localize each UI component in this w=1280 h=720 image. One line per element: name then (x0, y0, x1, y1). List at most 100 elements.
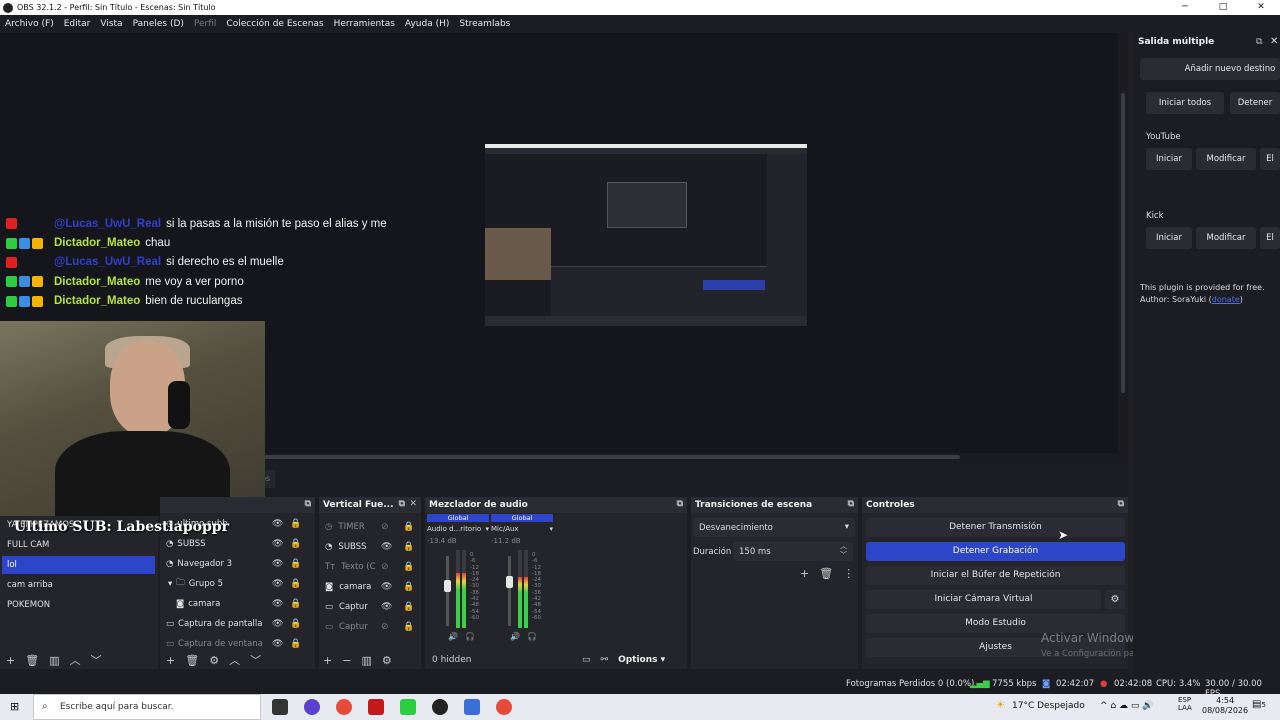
menu-herramientas[interactable]: Herramientas (329, 19, 400, 29)
scene-item-selected[interactable]: lol (2, 556, 155, 574)
eye-icon[interactable]: 👁 (272, 619, 283, 629)
chrome-icon[interactable] (496, 699, 512, 715)
eye-off-icon[interactable]: ⊘ (381, 622, 389, 632)
add-source-icon[interactable]: + (166, 654, 175, 667)
group-item[interactable]: ▾ 🗀 Grupo 5 (168, 575, 223, 593)
tray-icons[interactable]: ^ ⌂ ☁ ▭ 🔊 (1100, 701, 1153, 711)
move-up-icon[interactable]: ︿ (229, 652, 240, 668)
gear-icon[interactable]: ⚙ (382, 654, 392, 667)
undock-icon[interactable]: ⧉ (848, 499, 854, 509)
chevron-down-icon[interactable]: ▾ (485, 525, 489, 533)
undock-icon[interactable]: ⧉ (399, 499, 405, 509)
scene-item[interactable]: cam arriba (2, 576, 155, 594)
scene-item[interactable]: FULL CAM (2, 536, 155, 554)
lock-icon[interactable]: 🔒 (290, 519, 301, 529)
menu-vista[interactable]: Vista (95, 19, 127, 29)
duration-input[interactable]: 150 ms ︿ ﹀ (733, 542, 853, 561)
stop-all-button[interactable]: Detener (1230, 92, 1280, 114)
source-item[interactable]: ◙ camara (325, 578, 371, 596)
donate-link[interactable]: donate (1212, 295, 1240, 304)
source-item[interactable]: ◔ SUBSS (325, 538, 367, 556)
lock-icon[interactable]: 🔒 (290, 619, 301, 629)
language-indicator[interactable]: ESP LAA (1178, 696, 1192, 712)
target-start-button[interactable]: Iniciar (1146, 227, 1192, 249)
eye-icon[interactable]: 👁 (272, 599, 283, 609)
lock-icon[interactable]: 🔒 (290, 539, 301, 549)
undock-icon[interactable]: ⧉ (677, 499, 683, 509)
layout-icon[interactable]: ▭ (582, 655, 591, 665)
close-icon[interactable]: ✕ (1242, 0, 1280, 15)
virtual-camera-button[interactable]: Iniciar Cámara Virtual (866, 590, 1101, 609)
target-delete-button[interactable]: El (1260, 227, 1280, 249)
delete-transition-icon[interactable]: 🗑 (819, 567, 833, 580)
eye-off-icon[interactable]: ⊘ (381, 562, 389, 572)
gear-icon[interactable]: ⚙ (1105, 590, 1125, 609)
target-modify-button[interactable]: Modificar (1196, 148, 1256, 170)
headphones-icon[interactable]: 🎧 (465, 632, 475, 641)
close-icon[interactable]: ✕ (1270, 36, 1278, 47)
add-transition-icon[interactable]: + (800, 567, 809, 580)
target-modify-button[interactable]: Modificar (1196, 227, 1256, 249)
task-view-icon[interactable] (272, 699, 288, 715)
lock-icon[interactable]: 🔒 (290, 579, 301, 589)
lock-icon[interactable]: 🔒 (403, 622, 414, 632)
target-delete-button[interactable]: El (1260, 148, 1280, 170)
menu-archivo[interactable]: Archivo (F) (0, 19, 59, 29)
source-item[interactable]: ◔ Navegador 3 (166, 555, 232, 573)
link-icon[interactable]: ⚯ (601, 655, 609, 665)
eye-icon[interactable]: 👁 (272, 559, 283, 569)
transition-select[interactable]: Desvanecimiento ▾ (693, 518, 855, 537)
lock-icon[interactable]: 🔒 (290, 599, 301, 609)
move-down-icon[interactable]: ﹀ (250, 652, 261, 668)
filter-icon[interactable]: ▥ (49, 654, 59, 667)
lock-icon[interactable]: 🔒 (403, 582, 414, 592)
eye-icon[interactable]: 👁 (381, 542, 392, 552)
spinner-icon[interactable]: ︿ ﹀ (840, 542, 847, 560)
target-start-button[interactable]: Iniciar (1146, 148, 1192, 170)
undock-icon[interactable]: ⧉ (1118, 499, 1124, 509)
lock-icon[interactable]: 🔒 (290, 559, 301, 569)
clock[interactable]: 4:54 08/08/2026 (1202, 696, 1248, 716)
speaker-icon[interactable]: 🔊 (510, 632, 520, 641)
start-all-button[interactable]: Iniciar todos (1146, 92, 1224, 114)
eye-icon[interactable]: 👁 (381, 602, 392, 612)
source-item[interactable]: Tт Texto (C (325, 558, 376, 576)
eye-icon[interactable]: 👁 (272, 579, 283, 589)
add-destination-button[interactable]: Añadir nuevo destino (1140, 58, 1280, 80)
eye-icon[interactable]: 👁 (272, 639, 283, 649)
stop-recording-button[interactable]: Detener Grabación (866, 542, 1125, 561)
chevron-down-icon[interactable]: ▾ (168, 579, 172, 589)
source-item[interactable]: ◷ TIMER (325, 518, 365, 536)
delete-scene-icon[interactable]: 🗑 (25, 654, 39, 667)
delete-source-icon[interactable]: 🗑 (185, 654, 199, 667)
close-icon[interactable]: ✕ (409, 499, 417, 509)
source-item[interactable]: ▭ Captura de pantalla (166, 615, 263, 633)
gear-icon[interactable]: ⚙ (209, 654, 219, 667)
obs-icon[interactable] (432, 699, 448, 715)
lock-icon[interactable]: 🔒 (403, 522, 414, 532)
lock-icon[interactable]: 🔒 (403, 542, 414, 552)
volume-fader[interactable] (508, 556, 511, 626)
menu-paneles[interactable]: Paneles (D) (128, 19, 189, 29)
menu-streamlabs[interactable]: Streamlabs (454, 19, 515, 29)
scene-item[interactable]: POKEMON (2, 596, 155, 614)
options-button[interactable]: Options ▾ (618, 655, 665, 665)
menu-coleccion[interactable]: Colección de Escenas (221, 19, 328, 29)
chevron-down-icon[interactable]: ▾ (549, 525, 553, 533)
replay-buffer-button[interactable]: Iniciar el Búfer de Repetición (866, 566, 1125, 585)
fader-knob[interactable] (444, 580, 451, 592)
app-icon[interactable] (464, 699, 480, 715)
eye-icon[interactable]: 👁 (381, 582, 392, 592)
eye-icon[interactable]: 👁 (272, 539, 283, 549)
app-icon[interactable] (368, 699, 384, 715)
menu-ayuda[interactable]: Ayuda (H) (400, 19, 454, 29)
windows-start-icon[interactable]: ⊞ (10, 700, 19, 713)
eye-off-icon[interactable]: ⊘ (381, 522, 389, 532)
fader-knob[interactable] (506, 576, 513, 588)
source-item[interactable]: ◙ camara (176, 595, 220, 613)
weather-text[interactable]: 17°C Despejado (1012, 701, 1085, 711)
lock-icon[interactable]: 🔒 (403, 602, 414, 612)
source-item[interactable]: ▭ Captur (325, 598, 368, 616)
menu-editar[interactable]: Editar (59, 19, 96, 29)
chrome-icon[interactable] (336, 699, 352, 715)
